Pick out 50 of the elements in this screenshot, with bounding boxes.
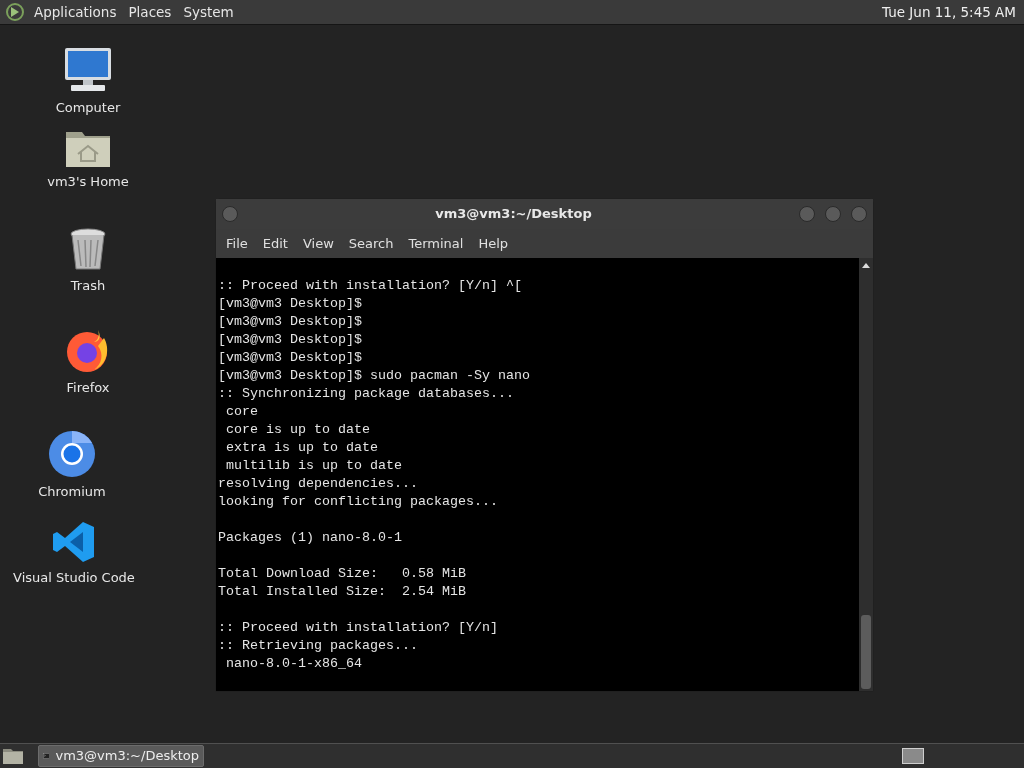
terminal-line: core [225,403,259,421]
logo-icon [4,2,26,22]
window-menu-button[interactable] [222,206,238,222]
window-title: vm3@vm3:~/Desktop [434,205,593,224]
workspace-switcher[interactable] [902,748,924,764]
menu-item[interactable]: Terminal [402,233,470,254]
terminal-line: resolving dependencies... [218,475,419,493]
desktop-icon-label[interactable]: Visual Studio Code [13,568,135,588]
panel-menu[interactable]: System [179,1,238,23]
desktop-icon-label[interactable]: vm3's Home [47,172,129,192]
desktop-icon-label[interactable]: Chromium [38,482,106,502]
scrollbar-thumb[interactable] [861,615,871,689]
terminal-line: looking for conflicting packages... [218,493,499,511]
minimize-button[interactable] [799,206,815,222]
menu-item[interactable]: Search [342,233,400,254]
terminal-line: nano-8.0-1-x86_64 [225,655,363,673]
scrollbar[interactable] [859,258,873,691]
terminal-line: Total Download Size: 0.58 MiB [218,565,467,583]
terminal-line: :: Proceed with installation? [Y/n] ^[ [218,277,523,295]
terminal-line: [vm3@vm3 Desktop]$ [218,349,363,367]
maximize-button[interactable] [825,206,841,222]
terminal-line: extra is up to date [225,439,379,457]
menu-item[interactable]: Help [472,233,515,254]
terminal-line: [vm3@vm3 Desktop]$ [218,331,363,349]
monitor-icon [63,46,113,94]
taskbar-task[interactable]: vm3@vm3:~/Desktop [38,745,204,767]
show-desktop-icon[interactable] [2,747,24,765]
terminal-line: multilib is up to date [225,457,403,475]
panel-menu[interactable]: Applications [30,1,121,23]
terminal-line: core is up to date [225,421,371,439]
panel-menu[interactable]: Places [124,1,176,23]
terminal-line: Total Installed Size: 2.54 MiB [218,583,467,601]
terminal-line: Packages (1) nano-8.0-1 [218,529,403,547]
desktop-icon-label[interactable]: Trash [70,276,106,296]
terminal-line: [vm3@vm3 Desktop]$ [218,313,363,331]
terminal-line: [vm3@vm3 Desktop]$ [218,295,363,313]
code-editor-icon [52,520,96,564]
terminal-line: :: Synchronizing package databases... [218,385,515,403]
menu-item[interactable]: Edit [256,233,294,254]
chromium-icon [48,430,96,478]
terminal-line: :: Proceed with installation? [Y/n] [218,619,499,637]
close-button[interactable] [851,206,867,222]
terminal-line: :: Retrieving packages... [218,637,419,655]
menu-item[interactable]: View [296,233,340,254]
trash-icon [69,228,107,272]
menu-item[interactable]: File [220,233,254,254]
terminal-line: [vm3@vm3 Desktop]$ sudo pacman -Sy nano [218,367,531,385]
desktop-icon-label[interactable]: Firefox [66,378,110,398]
clock[interactable]: Tue Jun 11, 5:45 AM [882,1,1020,23]
desktop-icon-label[interactable]: Computer [55,98,121,118]
